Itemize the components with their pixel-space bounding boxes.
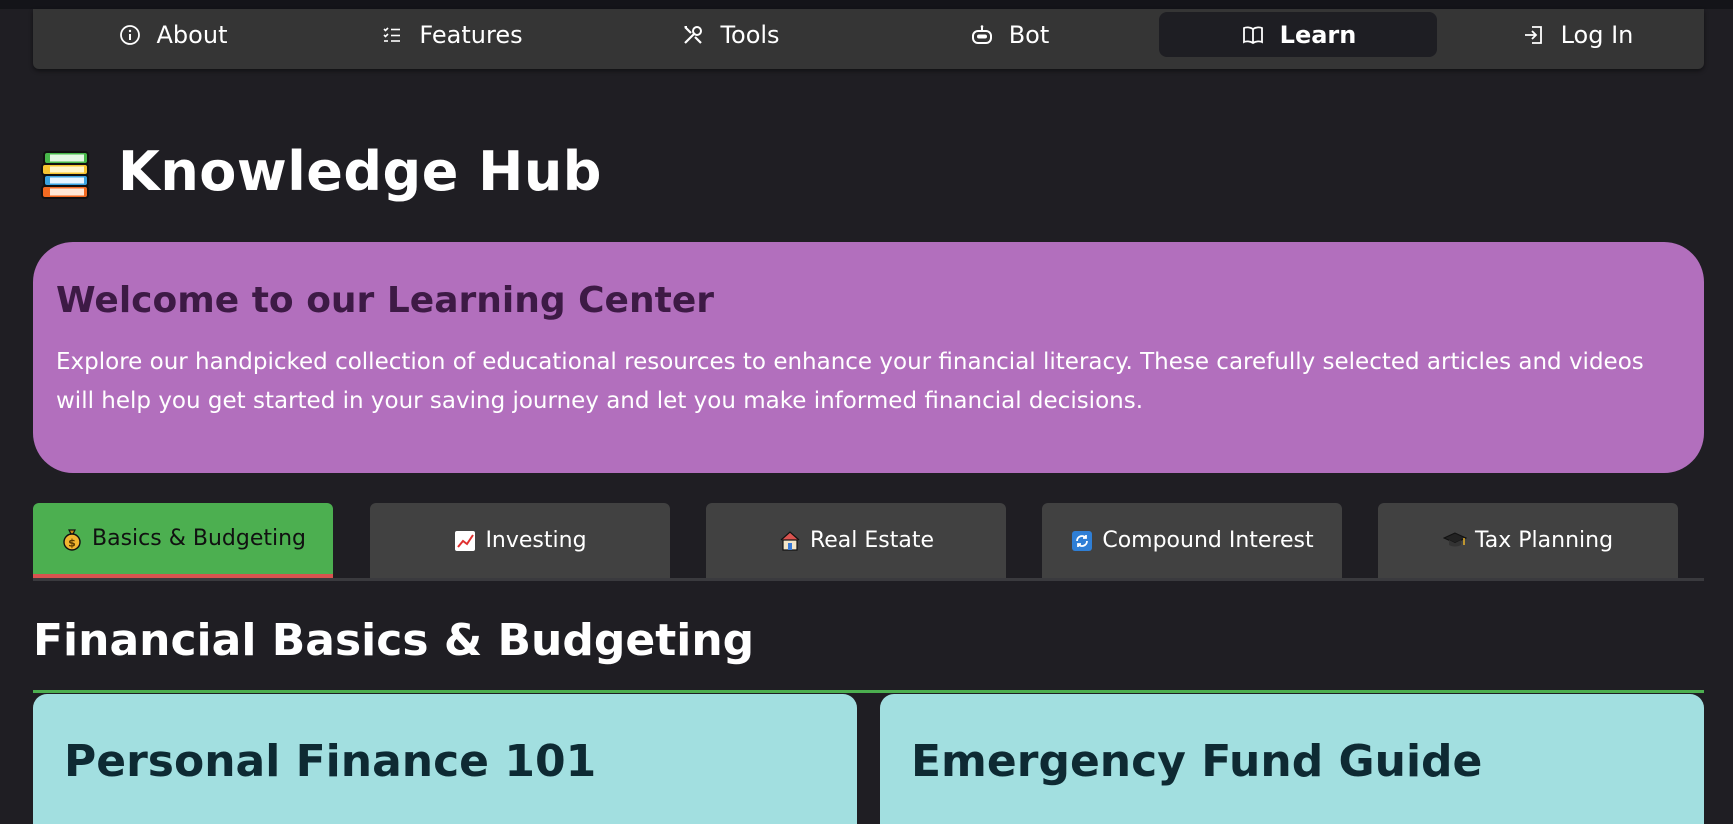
card-title: Emergency Fund Guide [911,736,1483,787]
chart-increasing-icon [453,529,477,553]
nav-bot-label: Bot [1008,20,1050,49]
welcome-panel: Welcome to our Learning Center Explore o… [33,242,1704,473]
books-icon [36,142,96,202]
login-icon [1521,22,1547,48]
svg-text:$: $ [68,536,76,549]
section-title: Financial Basics & Budgeting [33,615,755,666]
graduation-cap-icon [1442,529,1467,553]
tab-label: Investing [485,528,587,553]
nav-tools-label: Tools [720,20,780,49]
nav-features[interactable]: Features [312,12,590,57]
top-strip [0,0,1733,9]
tab-real-estate[interactable]: Real Estate [706,503,1006,578]
nav-features-label: Features [419,20,523,49]
card-title: Personal Finance 101 [64,736,597,787]
nav-tools[interactable]: Tools [591,12,869,57]
tab-compound-interest[interactable]: Compound Interest [1042,503,1342,578]
welcome-heading: Welcome to our Learning Center [56,280,714,321]
nav-bot[interactable]: Bot [870,12,1148,57]
resource-card[interactable]: Emergency Fund Guide [880,694,1704,824]
refresh-icon [1070,529,1094,553]
house-icon [778,529,802,553]
tab-label: Real Estate [809,528,935,553]
section-divider [33,690,1704,693]
money-bag-icon: $ [60,527,84,551]
list-icon [379,22,405,48]
tab-basics-budgeting[interactable]: $ Basics & Budgeting [33,503,333,578]
top-navbar: About Features Tools Bot Learn Log In [33,9,1704,69]
nav-about-label: About [156,20,228,49]
book-icon [1240,22,1266,48]
page-title: Knowledge Hub [118,140,602,203]
tools-icon [680,22,706,48]
tab-label: Basics & Budgeting [92,526,306,551]
resource-card[interactable]: Personal Finance 101 [33,694,857,824]
nav-about[interactable]: About [33,12,311,57]
info-icon [117,22,143,48]
tab-investing[interactable]: Investing [370,503,670,578]
nav-learn[interactable]: Learn [1159,12,1437,57]
robot-icon [969,22,995,48]
tab-tax-planning[interactable]: Tax Planning [1378,503,1678,578]
topic-tabs: $ Basics & Budgeting Investing Real Esta… [33,503,1704,581]
welcome-text: Explore our handpicked collection of edu… [56,349,1644,414]
tab-label: Tax Planning [1474,528,1614,553]
nav-login[interactable]: Log In [1438,12,1716,57]
page-header: Knowledge Hub [36,140,602,203]
nav-learn-label: Learn [1279,20,1357,49]
nav-login-label: Log In [1560,20,1634,49]
tab-label: Compound Interest [1102,528,1314,553]
